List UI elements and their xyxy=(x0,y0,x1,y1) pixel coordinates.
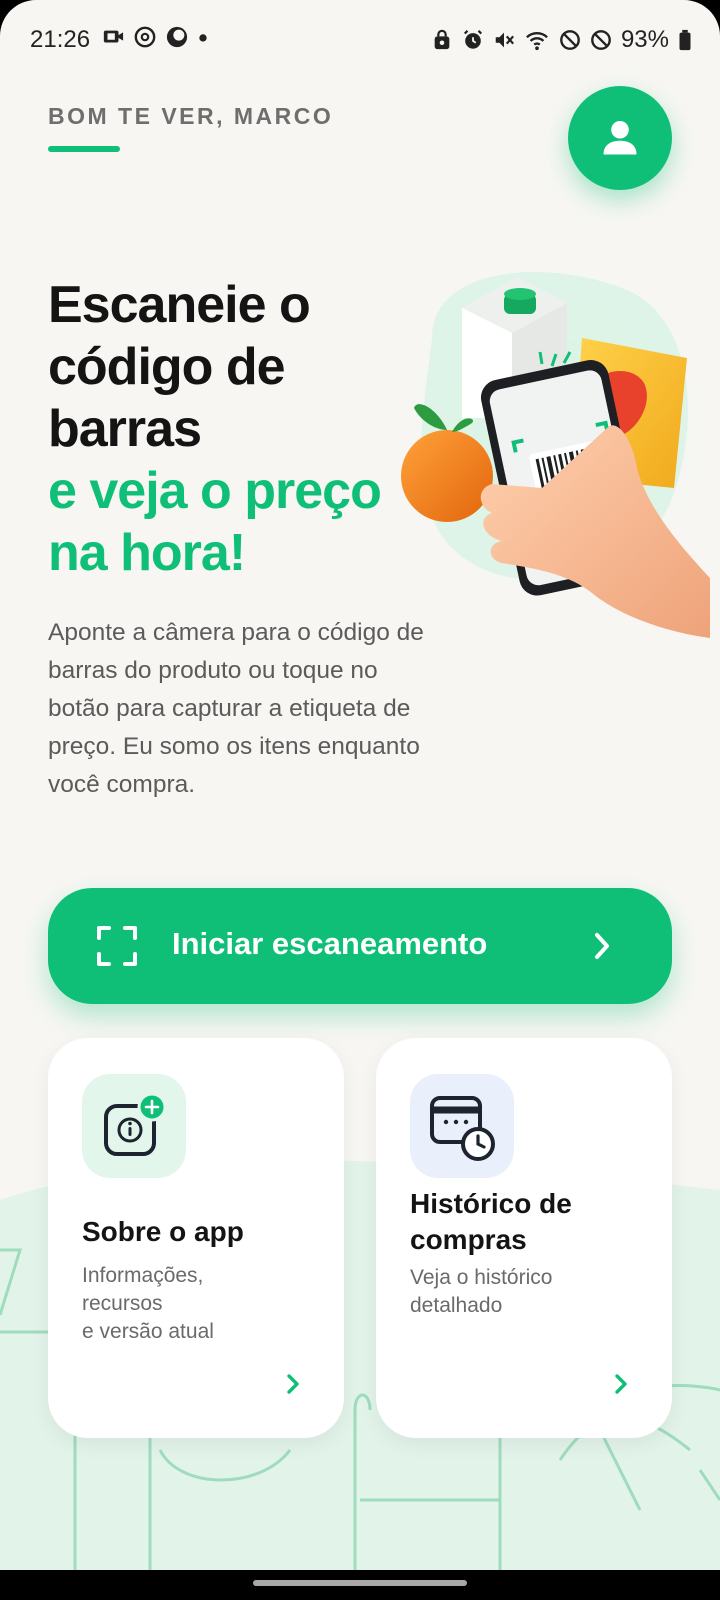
home-gesture-pill[interactable] xyxy=(253,1580,467,1586)
purchase-history-desc-line: detalhado xyxy=(410,1294,503,1317)
battery-icon xyxy=(679,29,691,51)
purchase-history-title-line: Histórico de xyxy=(410,1188,572,1219)
lock-icon xyxy=(434,29,450,50)
purchase-history-title-line: compras xyxy=(410,1224,527,1255)
purchase-history-desc-line: Veja o histórico xyxy=(410,1266,553,1289)
hand-scanning-groceries-illustration xyxy=(397,253,710,638)
threads-icon xyxy=(134,26,156,48)
hero-title-highlight: na hora! xyxy=(48,524,246,582)
greeting-text: BOM TE VER, MARCO xyxy=(48,103,334,129)
about-app-title: Sobre o app xyxy=(82,1216,244,1247)
status-bar: 21:26 93% xyxy=(0,0,720,80)
start-scan-label: Iniciar escaneamento xyxy=(172,926,488,961)
status-left-icons xyxy=(102,26,208,48)
mute-icon xyxy=(495,32,514,48)
alarm-icon xyxy=(463,30,482,49)
battery-percent: 93% xyxy=(620,26,669,53)
chrome-icon xyxy=(166,26,188,48)
hero-title-line: código de xyxy=(48,338,286,396)
hero-title-line: Escaneie o xyxy=(48,276,311,334)
hero-title-line: barras xyxy=(48,400,202,458)
purchase-history-card[interactable]: Histórico de compras Veja o histórico de… xyxy=(376,1038,672,1438)
purchase-history-icon-box xyxy=(410,1074,514,1178)
info-app-icon xyxy=(104,1092,167,1156)
hero-title-highlight: e veja o preço xyxy=(48,462,382,520)
chevron-right-icon xyxy=(595,933,609,959)
status-right-icons: 93% xyxy=(431,26,692,54)
block-icon xyxy=(591,30,611,50)
about-app-card[interactable]: Sobre o app Informações, recursos e vers… xyxy=(48,1038,344,1438)
status-time: 21:26 xyxy=(30,26,91,53)
wifi-icon xyxy=(526,32,548,51)
about-app-icon-box xyxy=(82,1074,186,1178)
about-app-desc-line: recursos xyxy=(82,1292,163,1315)
screen-record-icon xyxy=(103,30,124,43)
dot-icon xyxy=(199,34,207,42)
hero-description: Aponte a câmera para o código de barras … xyxy=(48,619,424,798)
home-screen: 21:26 93% BOM TE VER, MARCO Escaneie o c… xyxy=(0,0,720,1600)
chevron-right-icon xyxy=(615,1374,627,1394)
scan-frame-icon xyxy=(97,926,137,966)
calendar-clock-icon xyxy=(430,1096,495,1161)
block-icon xyxy=(560,30,580,50)
hero-title: Escaneie o código de barras e veja o pre… xyxy=(48,274,382,584)
about-app-desc-line: Informações, xyxy=(82,1264,204,1287)
profile-button[interactable] xyxy=(568,86,672,190)
start-scan-button[interactable]: Iniciar escaneamento xyxy=(48,888,672,1004)
user-icon xyxy=(603,120,637,155)
chevron-right-icon xyxy=(287,1374,299,1394)
about-app-desc-line: e versão atual xyxy=(82,1320,214,1343)
greeting-underline xyxy=(48,146,120,152)
